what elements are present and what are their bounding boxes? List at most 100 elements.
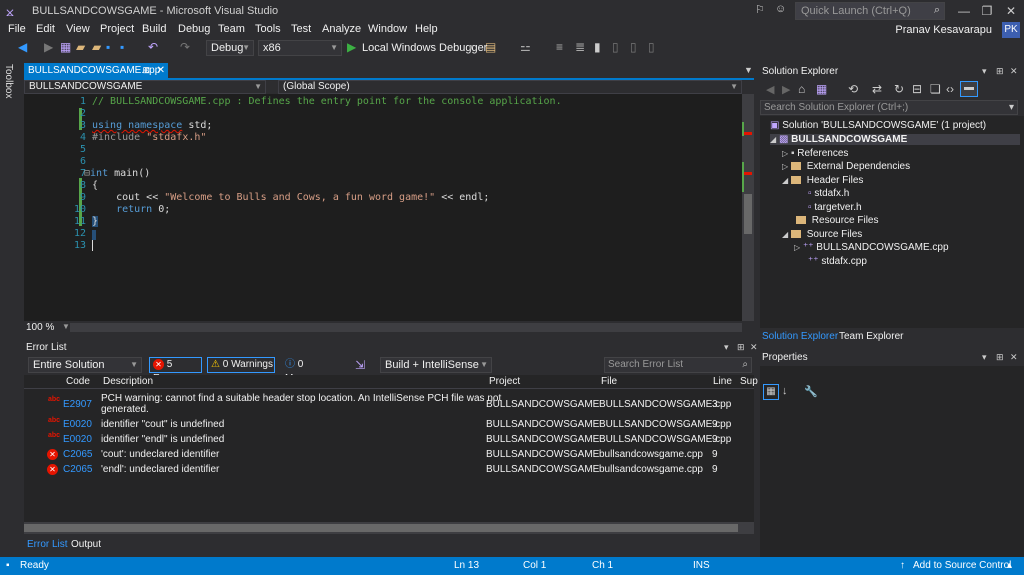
error-list-horizontal-scrollbar[interactable] <box>24 522 754 534</box>
window-position-icon[interactable]: ▾ <box>982 66 987 77</box>
menu-tools[interactable]: Tools <box>255 23 281 35</box>
code-editor[interactable]: 1 2 3 4 5 6 7 8 9 10 11 12 13 // BULLSAN… <box>24 94 742 321</box>
column-code[interactable]: Code <box>66 376 90 387</box>
refresh-icon[interactable]: ↻ <box>894 82 904 96</box>
editor-vertical-scrollbar[interactable] <box>742 94 754 321</box>
categorized-icon[interactable]: ▦ <box>763 384 779 400</box>
tree-item-resource-files[interactable]: Resource Files <box>796 215 878 226</box>
editor-tab-main[interactable]: BULLSANDCOWSGAME.cpp ⊞ ✕ <box>24 63 168 78</box>
user-name[interactable]: Pranav Kesavarapu <box>895 24 992 36</box>
window-position-icon[interactable]: ▾ <box>982 352 987 363</box>
menu-test[interactable]: Test <box>291 23 311 35</box>
toolbox-label[interactable]: Toolbox <box>3 64 14 98</box>
tree-item-project[interactable]: ◢ ▩ BULLSANDCOWSGAME <box>770 134 1020 145</box>
scrollbar-thumb[interactable] <box>744 194 752 234</box>
comment-icon[interactable]: ≣ <box>575 40 585 54</box>
error-list-search[interactable]: Search Error List ⌕ <box>604 357 752 373</box>
build-filter-select[interactable]: Build + IntelliSense ▼ <box>380 357 492 373</box>
menu-help[interactable]: Help <box>415 23 438 35</box>
menu-build[interactable]: Build <box>142 23 166 35</box>
collapsed-chevron-icon[interactable]: ▷ <box>782 162 788 171</box>
table-row[interactable]: ✕ C2065 'endl': undeclared identifier BU… <box>24 464 754 478</box>
scrollbar-thumb[interactable] <box>24 524 738 532</box>
tree-item-header-files[interactable]: ◢ Header Files <box>782 175 863 186</box>
bookmark-next-icon[interactable]: ▯ <box>630 40 637 54</box>
search-options-icon[interactable]: ▾ <box>1009 101 1014 114</box>
errors-filter-button[interactable]: ✕ 5 Errors <box>149 357 202 384</box>
tree-item-source-files[interactable]: ◢ Source Files <box>782 229 862 240</box>
close-icon[interactable]: ✕ <box>1010 66 1018 77</box>
close-tab-icon[interactable]: ✕ <box>157 63 165 78</box>
menu-team[interactable]: Team <box>218 23 245 35</box>
add-to-source-control-button[interactable]: Add to Source Control <box>913 560 1011 571</box>
bookmark-icon[interactable]: ▮ <box>594 40 601 54</box>
toolbox-strip[interactable]: Toolbox <box>0 60 20 557</box>
menu-project[interactable]: Project <box>100 23 134 35</box>
open-file-icon[interactable]: ▰ <box>76 40 85 54</box>
align-icon[interactable]: ≡ <box>556 40 563 54</box>
error-code[interactable]: E2907 <box>63 399 92 410</box>
redo-icon[interactable]: ↷ <box>180 40 190 54</box>
error-scope-select[interactable]: Entire Solution ▼ <box>28 357 142 373</box>
menu-view[interactable]: View <box>66 23 90 35</box>
tab-output[interactable]: Output <box>71 539 101 550</box>
close-window-button[interactable]: ✕ <box>998 0 1024 22</box>
collapse-all-icon[interactable]: ⊟ <box>912 82 922 96</box>
platform-select[interactable]: x86 ▼ <box>258 40 342 56</box>
expanded-chevron-icon[interactable]: ◢ <box>782 176 788 185</box>
table-row[interactable]: abc E0020 identifier "cout" is undefined… <box>24 417 754 433</box>
menu-window[interactable]: Window <box>368 23 407 35</box>
menu-debug[interactable]: Debug <box>178 23 210 35</box>
tree-item-solution[interactable]: ▣ Solution 'BULLSANDCOWSGAME' (1 project… <box>770 120 986 131</box>
tab-error-list[interactable]: Error List <box>27 539 68 550</box>
tree-item-external-dependencies[interactable]: ▷ External Dependencies <box>782 161 910 172</box>
pin-icon[interactable]: ⊞ <box>737 342 745 353</box>
filter-icon[interactable]: ⇲ <box>355 358 365 372</box>
tree-item-main-cpp[interactable]: ▷ ⁺⁺ BULLSANDCOWSGAME.cpp <box>794 242 949 253</box>
column-project[interactable]: Project <box>489 376 520 387</box>
sync-icon[interactable]: ⇄ <box>872 82 882 96</box>
menu-edit[interactable]: Edit <box>36 23 55 35</box>
column-file[interactable]: File <box>601 376 617 387</box>
show-all-files-icon[interactable]: ❏ <box>930 82 941 96</box>
collapsed-chevron-icon[interactable]: ▷ <box>782 149 788 158</box>
tree-item-stdafx-cpp[interactable]: ⁺⁺ stdafx.cpp <box>808 256 867 267</box>
bookmark-clear-icon[interactable]: ▯ <box>648 40 655 54</box>
error-code[interactable]: E0020 <box>63 434 92 445</box>
home-icon[interactable]: ⌂ <box>798 82 805 96</box>
window-position-icon[interactable]: ▾ <box>724 342 729 353</box>
tab-solution-explorer[interactable]: Solution Explorer <box>762 331 838 342</box>
table-row[interactable]: ✕ C2065 'cout': undeclared identifier BU… <box>24 449 754 463</box>
bookmark-prev-icon[interactable]: ▯ <box>612 40 619 54</box>
scope-nav-select[interactable]: (Global Scope) ▼ <box>278 80 742 94</box>
menu-analyze[interactable]: Analyze <box>322 23 361 35</box>
column-line[interactable]: Line <box>713 376 732 387</box>
new-project-icon[interactable]: ▦ <box>60 40 71 54</box>
undo-icon[interactable]: ↶ <box>148 40 158 54</box>
property-pages-icon[interactable]: 🔧 <box>804 385 818 398</box>
save-all-icon[interactable]: ▪ <box>120 40 124 54</box>
zoom-level[interactable]: 100 % <box>26 322 54 333</box>
up-arrow-icon[interactable]: ↑ <box>900 560 905 571</box>
chevron-up-icon[interactable]: ▴ <box>1007 560 1012 571</box>
tree-item-stdafx-h[interactable]: ▫ stdafx.h <box>808 188 849 199</box>
messages-filter-button[interactable]: ⓘ 0 Messages <box>281 357 347 384</box>
close-icon[interactable]: ✕ <box>1010 352 1018 363</box>
maximize-button[interactable]: ❐ <box>974 0 1000 22</box>
chevron-down-icon[interactable]: ▼ <box>62 322 70 331</box>
open-folder-icon[interactable]: ▰ <box>92 40 101 54</box>
close-icon[interactable]: ✕ <box>750 342 758 353</box>
preview-selected-icon[interactable]: ▬ <box>960 81 978 97</box>
configuration-select[interactable]: Debug ▼ <box>206 40 254 56</box>
tree-item-targetver-h[interactable]: ▫ targetver.h <box>808 202 862 213</box>
menu-file[interactable]: File <box>8 23 26 35</box>
start-debugging-icon[interactable]: ▶ <box>347 40 356 54</box>
switch-views-icon[interactable]: ▦ <box>816 82 827 96</box>
forward-icon[interactable]: ▶ <box>44 40 53 54</box>
chevron-down-icon[interactable]: ▼ <box>467 43 475 52</box>
pin-icon[interactable]: ⊞ <box>996 352 1004 363</box>
column-description[interactable]: Description <box>103 376 153 387</box>
back-icon[interactable]: ◀ <box>766 83 774 96</box>
pin-icon[interactable]: ⊞ <box>996 66 1004 77</box>
error-code[interactable]: C2065 <box>63 464 92 475</box>
